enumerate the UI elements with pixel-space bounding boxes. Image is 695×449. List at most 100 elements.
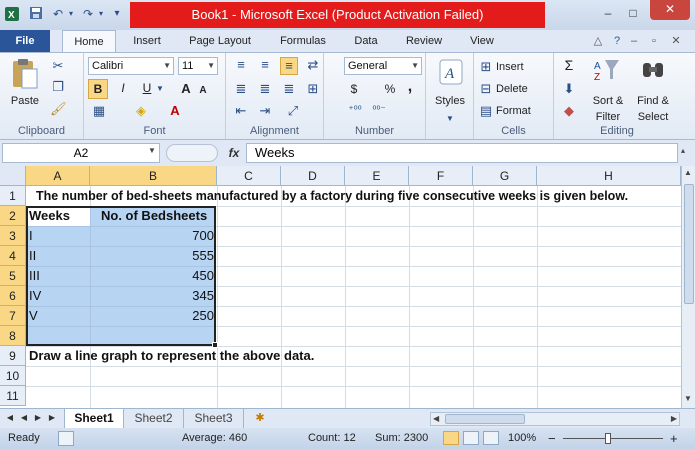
percent-button[interactable]: % bbox=[382, 81, 398, 97]
macro-record-icon[interactable] bbox=[58, 431, 74, 446]
column-header-f[interactable]: F bbox=[409, 166, 473, 186]
zoom-level[interactable]: 100% bbox=[508, 428, 536, 449]
italic-button[interactable]: I bbox=[114, 79, 132, 99]
column-header-d[interactable]: D bbox=[281, 166, 345, 186]
align-top-icon[interactable]: ≡ bbox=[232, 57, 250, 73]
next-sheet-icon[interactable]: ▶ bbox=[32, 411, 44, 425]
grow-font-button[interactable]: A bbox=[178, 81, 194, 97]
merge-center-icon[interactable]: ⊞ bbox=[304, 81, 322, 97]
zoom-slider-track[interactable] bbox=[563, 438, 663, 439]
redo-icon[interactable]: ↷ bbox=[80, 6, 96, 22]
row-header-7[interactable]: 7 bbox=[0, 306, 26, 326]
help-icon[interactable]: ? bbox=[609, 33, 625, 49]
tab-insert[interactable]: Insert bbox=[124, 30, 170, 52]
cell-a2-header[interactable]: Weeks bbox=[29, 206, 70, 226]
orientation-icon[interactable]: ⤢ bbox=[284, 103, 302, 119]
row-header-9[interactable]: 9 bbox=[0, 346, 26, 366]
cell-a6[interactable]: IV bbox=[29, 286, 41, 306]
increase-indent-icon[interactable]: ⇥ bbox=[256, 103, 274, 119]
font-name-select[interactable]: Calibri ▼ bbox=[88, 57, 174, 75]
cell-a9-instruction[interactable]: Draw a line graph to represent the above… bbox=[29, 346, 314, 366]
autosum-button[interactable]: Σ bbox=[560, 57, 578, 73]
cell-a5[interactable]: III bbox=[29, 266, 40, 286]
format-painter-icon[interactable]: 🖌 bbox=[50, 101, 67, 117]
fill-icon[interactable]: ⬇ bbox=[560, 81, 578, 97]
cell-b2-header[interactable]: No. of Bedsheets bbox=[101, 206, 207, 226]
underline-button[interactable]: U bbox=[138, 79, 156, 99]
bold-button[interactable]: B bbox=[88, 79, 108, 99]
vertical-scrollbar[interactable]: ▲ ▼ bbox=[681, 166, 695, 408]
paste-icon[interactable] bbox=[8, 57, 42, 93]
zoom-in-button[interactable]: + bbox=[670, 428, 678, 449]
row-header-2[interactable]: 2 bbox=[0, 206, 26, 226]
zoom-slider-thumb[interactable] bbox=[605, 433, 611, 444]
cell-b6[interactable]: 345 bbox=[92, 286, 214, 306]
doc-restore-icon[interactable]: ▫ bbox=[646, 33, 662, 49]
scroll-left-icon[interactable]: ◀ bbox=[433, 413, 439, 425]
fill-color-icon[interactable]: ◈ bbox=[132, 103, 150, 119]
formula-bar-splitter[interactable] bbox=[166, 144, 218, 162]
scroll-right-icon[interactable]: ▶ bbox=[671, 413, 677, 425]
zoom-out-button[interactable]: − bbox=[548, 428, 556, 449]
redo-dropdown-icon[interactable]: ▾ bbox=[96, 6, 106, 22]
tab-formulas[interactable]: Formulas bbox=[272, 30, 334, 52]
cell-b3[interactable]: 700 bbox=[92, 226, 214, 246]
cell-b7[interactable]: 250 bbox=[92, 306, 214, 326]
horizontal-scrollbar[interactable]: ◀ ▶ bbox=[430, 412, 680, 426]
borders-icon[interactable]: ▦ bbox=[90, 103, 108, 119]
tab-review[interactable]: Review bbox=[398, 30, 450, 52]
minimize-button[interactable]: – bbox=[597, 4, 619, 22]
delete-cells-icon[interactable]: ⊟ bbox=[478, 81, 494, 97]
column-header-a[interactable]: A bbox=[26, 166, 90, 186]
spreadsheet-grid[interactable]: A B C D E F G H 1 2 3 4 5 6 7 8 9 10 11 bbox=[0, 166, 681, 408]
insert-function-icon[interactable]: fx bbox=[226, 143, 242, 163]
column-header-c[interactable]: C bbox=[217, 166, 281, 186]
align-bottom-icon[interactable]: ≡ bbox=[280, 57, 298, 75]
align-center-icon[interactable]: ≣ bbox=[256, 81, 274, 97]
tab-file[interactable]: File bbox=[0, 30, 50, 52]
undo-dropdown-icon[interactable]: ▾ bbox=[66, 6, 76, 22]
currency-button[interactable]: $ bbox=[344, 81, 364, 97]
paste-button[interactable]: Paste bbox=[6, 93, 44, 109]
column-header-b[interactable]: B bbox=[90, 166, 217, 186]
first-sheet-icon[interactable]: ◀ bbox=[4, 411, 16, 425]
align-right-icon[interactable]: ≣ bbox=[280, 81, 298, 97]
page-break-view-icon[interactable] bbox=[483, 431, 499, 445]
comma-button[interactable]: , bbox=[402, 79, 418, 95]
row-header-6[interactable]: 6 bbox=[0, 286, 26, 306]
expand-formula-bar-icon[interactable]: ▴ bbox=[681, 146, 685, 155]
align-middle-icon[interactable]: ≡ bbox=[256, 57, 274, 73]
chevron-down-icon[interactable]: ▼ bbox=[148, 146, 156, 155]
chevron-down-icon[interactable]: ▼ bbox=[156, 81, 164, 97]
cell-a7[interactable]: V bbox=[29, 306, 38, 326]
increase-decimal-icon[interactable]: ⁺⁰⁰ bbox=[346, 103, 364, 119]
styles-icon[interactable]: A bbox=[438, 59, 464, 87]
wrap-text-icon[interactable]: ⇄ bbox=[304, 57, 322, 73]
row-header-5[interactable]: 5 bbox=[0, 266, 26, 286]
row-header-3[interactable]: 3 bbox=[0, 226, 26, 246]
doc-minimize-icon[interactable]: – bbox=[626, 33, 642, 49]
formula-input[interactable]: Weeks bbox=[246, 143, 678, 163]
row-header-1[interactable]: 1 bbox=[0, 186, 26, 206]
decrease-indent-icon[interactable]: ⇤ bbox=[232, 103, 250, 119]
prev-sheet-icon[interactable]: ◀ bbox=[18, 411, 30, 425]
normal-view-icon[interactable] bbox=[443, 431, 459, 445]
scroll-up-icon[interactable]: ▲ bbox=[684, 168, 692, 177]
cell-a1-title[interactable]: The number of bed-sheets manufactured by… bbox=[36, 186, 628, 206]
maximize-button[interactable]: □ bbox=[622, 4, 644, 22]
clear-icon[interactable]: ◆ bbox=[560, 103, 578, 119]
horizontal-scroll-thumb[interactable] bbox=[445, 414, 525, 424]
cell-a4[interactable]: II bbox=[29, 246, 36, 266]
copy-icon[interactable]: ❐ bbox=[50, 79, 66, 95]
row-header-8[interactable]: 8 bbox=[0, 326, 26, 346]
cell-a3[interactable]: I bbox=[29, 226, 33, 246]
column-header-h[interactable]: H bbox=[537, 166, 681, 186]
sort-filter-button[interactable]: Sort & Filter bbox=[586, 93, 630, 125]
cell-b5[interactable]: 450 bbox=[92, 266, 214, 286]
sheet-tab-sheet1[interactable]: Sheet1 bbox=[64, 409, 124, 428]
select-all-corner[interactable] bbox=[0, 166, 26, 186]
tab-data[interactable]: Data bbox=[346, 30, 386, 52]
find-select-icon[interactable] bbox=[638, 57, 668, 85]
column-header-g[interactable]: G bbox=[473, 166, 537, 186]
cell-b4[interactable]: 555 bbox=[92, 246, 214, 266]
